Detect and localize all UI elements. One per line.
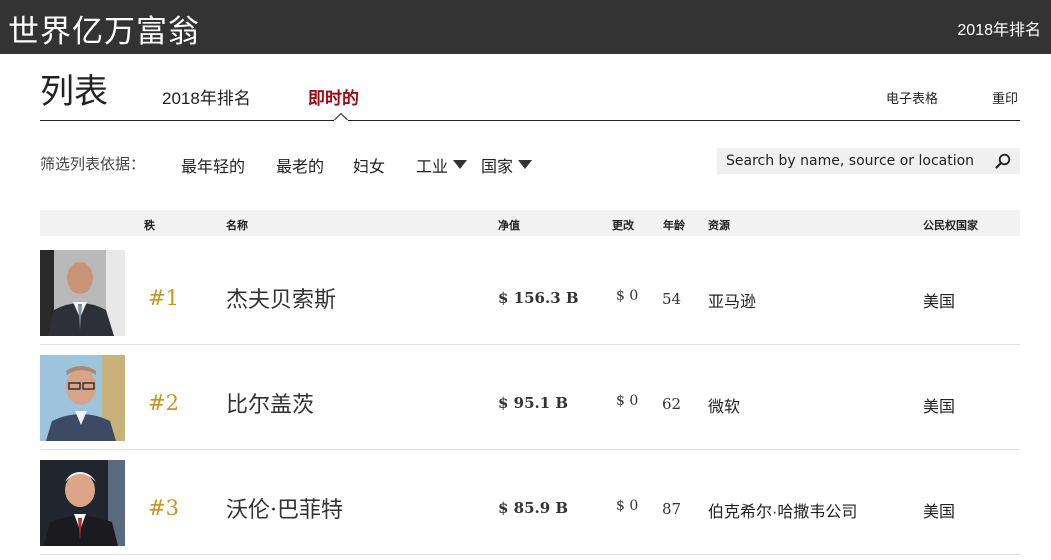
column-header-net-worth[interactable]: 净值 (498, 217, 520, 233)
person-photo (40, 355, 125, 441)
net-worth-value: $ 156.3 B (498, 289, 579, 307)
tab-realtime[interactable]: 即时的 (308, 84, 359, 109)
column-header-source[interactable]: 资源 (708, 217, 730, 233)
source-value: 微软 (708, 399, 741, 416)
country-value: 美国 (923, 294, 956, 311)
column-header-name[interactable]: 名称 (226, 217, 248, 233)
filter-country-dropdown[interactable]: 国家 (481, 153, 533, 177)
table-row[interactable]: #2 比尔盖茨 $ 95.1 B $ 0 62 微软 美国 (40, 345, 1020, 450)
filter-country-label: 国家 (481, 159, 514, 176)
filter-industry-dropdown[interactable]: 工业 (416, 153, 468, 177)
rank-value: #1 (148, 286, 179, 310)
page-title: 列表 (40, 72, 108, 112)
column-header-rank[interactable]: 秩 (144, 217, 155, 233)
change-value: $ 0 (616, 498, 639, 514)
person-photo (40, 460, 125, 546)
column-header-country[interactable]: 公民权国家 (923, 217, 978, 233)
age-value: 54 (662, 290, 682, 308)
age-value: 87 (662, 500, 682, 518)
active-tab-caret-icon (334, 113, 348, 121)
person-name[interactable]: 杰夫贝索斯 (226, 282, 336, 314)
spreadsheet-link[interactable]: 电子表格 (886, 88, 938, 107)
filter-women[interactable]: 妇女 (353, 153, 385, 177)
search-box (717, 148, 1020, 174)
year-ranking-link[interactable]: 2018年排名 (957, 16, 1041, 40)
column-header-age[interactable]: 年龄 (663, 217, 685, 233)
person-name[interactable]: 比尔盖茨 (226, 387, 314, 419)
site-brand[interactable]: 世界亿万富翁 (8, 6, 200, 51)
country-value: 美国 (923, 504, 956, 521)
person-photo (40, 250, 125, 336)
dropdown-arrow-icon (453, 160, 468, 169)
tab-divider (40, 120, 1020, 121)
top-bar: 世界亿万富翁 2018年排名 (0, 0, 1051, 54)
filter-label: 筛选列表依据： (40, 156, 146, 173)
filter-youngest[interactable]: 最年轻的 (181, 153, 245, 177)
age-value: 62 (662, 395, 682, 413)
change-value: $ 0 (616, 288, 639, 304)
filter-industry-label: 工业 (416, 159, 449, 176)
net-worth-value: $ 85.9 B (498, 499, 569, 517)
change-value: $ 0 (616, 393, 639, 409)
person-name[interactable]: 沃伦·巴菲特 (226, 492, 343, 524)
column-header-change[interactable]: 更改 (612, 217, 634, 233)
rank-value: #3 (148, 496, 179, 520)
country-value: 美国 (923, 399, 956, 416)
table-header: 秩 名称 净值 更改 年龄 资源 公民权国家 (40, 210, 1020, 236)
tab-2018-ranking[interactable]: 2018年排名 (162, 84, 251, 109)
print-link[interactable]: 重印 (992, 88, 1018, 107)
table-row[interactable]: #1 杰夫贝索斯 $ 156.3 B $ 0 54 亚马逊 美国 (40, 240, 1020, 345)
net-worth-value: $ 95.1 B (498, 394, 569, 412)
search-input[interactable] (717, 148, 987, 174)
filter-oldest[interactable]: 最老的 (276, 153, 324, 177)
dropdown-arrow-icon (518, 160, 533, 169)
source-value: 亚马逊 (708, 294, 757, 311)
rank-value: #2 (148, 391, 179, 415)
table-row[interactable]: #3 沃伦·巴菲特 $ 85.9 B $ 0 87 伯克希尔·哈撒韦公司 美国 (40, 450, 1020, 555)
search-icon[interactable] (995, 153, 1011, 169)
source-value: 伯克希尔·哈撒韦公司 (708, 504, 858, 521)
